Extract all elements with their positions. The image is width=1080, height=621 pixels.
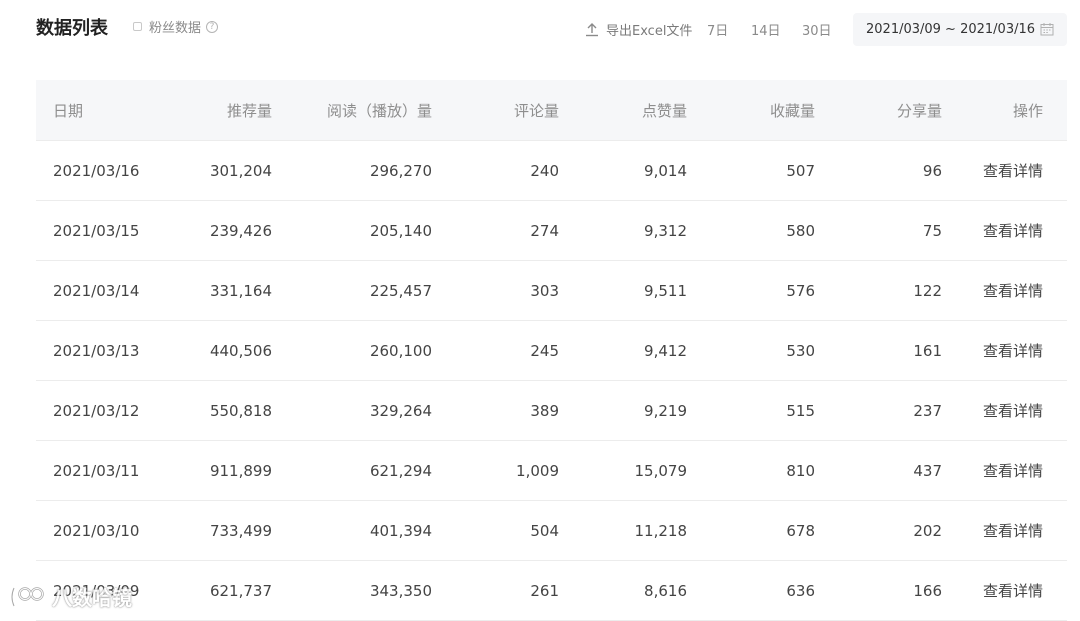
recommend-cell: 733,499 <box>172 500 272 561</box>
table-row: 2021/03/09 621,737 343,350 261 8,616 636 166 查看… <box>36 560 1067 621</box>
question-circle-icon[interactable]: ? <box>206 20 219 33</box>
date-cell: 2021/03/12 <box>36 380 172 441</box>
recommend-cell: 550,818 <box>172 380 272 441</box>
recommend-cell: 911,899 <box>172 440 272 501</box>
favorites-cell: 678 <box>687 500 815 561</box>
comments-cell: 504 <box>432 500 559 561</box>
shares-cell: 75 <box>815 200 942 261</box>
table-row: 2021/03/15 239,426 205,140 274 9,312 580 75 查看详… <box>36 200 1067 261</box>
column-header-shares[interactable]: 分享量 <box>815 80 942 141</box>
read-cell: 621,294 <box>272 440 432 501</box>
column-header-recommend[interactable]: 推荐量 <box>172 80 272 141</box>
range-14-days-button[interactable]: 14日 <box>751 20 781 39</box>
table-row: 2021/03/16 301,204 296,270 240 9,014 507 96 查看详… <box>36 140 1067 201</box>
likes-cell: 9,312 <box>559 200 687 261</box>
date-cell: 2021/03/10 <box>36 500 172 561</box>
shares-cell: 166 <box>815 560 942 621</box>
table-header-row: 日期 推荐量 阅读（播放）量 评论量 点赞量 收藏量 分享量 操作 <box>36 80 1067 141</box>
column-header-action: 操作 <box>942 80 1067 141</box>
fans-data-checkbox[interactable] <box>133 22 142 31</box>
column-header-favorites[interactable]: 收藏量 <box>687 80 815 141</box>
table-row: 2021/03/11 911,899 621,294 1,009 15,079 810 43… <box>36 440 1067 501</box>
date-cell: 2021/03/11 <box>36 440 172 501</box>
view-details-link[interactable]: 查看详情 <box>942 260 1067 321</box>
range-7-days-button[interactable]: 7日 <box>707 20 728 39</box>
read-cell: 329,264 <box>272 380 432 441</box>
comments-cell: 303 <box>432 260 559 321</box>
shares-cell: 202 <box>815 500 942 561</box>
date-range-picker[interactable]: 2021/03/09 ~ 2021/03/16 <box>853 13 1067 46</box>
data-table: 日期 推荐量 阅读（播放）量 评论量 点赞量 收藏量 分享量 操作 2021/0… <box>36 80 1067 621</box>
view-details-link[interactable]: 查看详情 <box>942 140 1067 201</box>
favorites-cell: 515 <box>687 380 815 441</box>
read-cell: 205,140 <box>272 200 432 261</box>
column-header-comments[interactable]: 评论量 <box>432 80 559 141</box>
recommend-cell: 331,164 <box>172 260 272 321</box>
date-cell: 2021/03/16 <box>36 140 172 201</box>
column-header-read[interactable]: 阅读（播放）量 <box>272 80 432 141</box>
recommend-cell: 239,426 <box>172 200 272 261</box>
watermark-text: 八数哈镜 <box>52 586 132 610</box>
date-cell: 2021/03/15 <box>36 200 172 261</box>
likes-cell: 9,219 <box>559 380 687 441</box>
column-header-likes[interactable]: 点赞量 <box>559 80 687 141</box>
page-title: 数据列表 <box>36 18 108 39</box>
fans-data-label: 粉丝数据 <box>149 21 202 36</box>
likes-cell: 9,511 <box>559 260 687 321</box>
column-header-date[interactable]: 日期 <box>36 80 172 141</box>
export-excel-label: 导出Excel文件 <box>606 24 693 39</box>
fans-data-toggle[interactable]: 粉丝数据 ? <box>133 17 219 36</box>
date-range-value: 2021/03/09 ~ 2021/03/16 <box>866 22 1036 37</box>
likes-cell: 9,014 <box>559 140 687 201</box>
table-row: 2021/03/12 550,818 329,264 389 9,219 515 237 查看… <box>36 380 1067 441</box>
read-cell: 343,350 <box>272 560 432 621</box>
read-cell: 401,394 <box>272 500 432 561</box>
shares-cell: 237 <box>815 380 942 441</box>
table-row: 2021/03/13 440,506 260,100 245 9,412 530 161 查看… <box>36 320 1067 381</box>
recommend-cell: 621,737 <box>172 560 272 621</box>
read-cell: 225,457 <box>272 260 432 321</box>
table-row: 2021/03/10 733,499 401,394 504 11,218 678 202 查… <box>36 500 1067 561</box>
likes-cell: 9,412 <box>559 320 687 381</box>
comments-cell: 240 <box>432 140 559 201</box>
table-row: 2021/03/14 331,164 225,457 303 9,511 576 122 查看… <box>36 260 1067 321</box>
likes-cell: 15,079 <box>559 440 687 501</box>
range-30-days-button[interactable]: 30日 <box>802 20 832 39</box>
comments-cell: 261 <box>432 560 559 621</box>
read-cell: 296,270 <box>272 140 432 201</box>
view-details-link[interactable]: 查看详情 <box>942 440 1067 501</box>
recommend-cell: 440,506 <box>172 320 272 381</box>
shares-cell: 161 <box>815 320 942 381</box>
export-excel-button[interactable]: 导出Excel文件 <box>584 20 692 39</box>
watermark-logo-icon <box>10 586 44 607</box>
date-cell: 2021/03/13 <box>36 320 172 381</box>
likes-cell: 11,218 <box>559 500 687 561</box>
view-details-link[interactable]: 查看详情 <box>942 380 1067 441</box>
calendar-icon <box>1040 23 1054 36</box>
shares-cell: 122 <box>815 260 942 321</box>
view-details-link[interactable]: 查看详情 <box>942 500 1067 561</box>
upload-icon <box>586 22 598 36</box>
comments-cell: 274 <box>432 200 559 261</box>
read-cell: 260,100 <box>272 320 432 381</box>
shares-cell: 96 <box>815 140 942 201</box>
comments-cell: 1,009 <box>432 440 559 501</box>
favorites-cell: 580 <box>687 200 815 261</box>
comments-cell: 389 <box>432 380 559 441</box>
recommend-cell: 301,204 <box>172 140 272 201</box>
view-details-link[interactable]: 查看详情 <box>942 560 1067 621</box>
comments-cell: 245 <box>432 320 559 381</box>
favorites-cell: 810 <box>687 440 815 501</box>
shares-cell: 437 <box>815 440 942 501</box>
favorites-cell: 636 <box>687 560 815 621</box>
favorites-cell: 576 <box>687 260 815 321</box>
view-details-link[interactable]: 查看详情 <box>942 320 1067 381</box>
watermark: 八数哈镜 <box>8 582 132 611</box>
date-cell: 2021/03/14 <box>36 260 172 321</box>
likes-cell: 8,616 <box>559 560 687 621</box>
favorites-cell: 507 <box>687 140 815 201</box>
favorites-cell: 530 <box>687 320 815 381</box>
view-details-link[interactable]: 查看详情 <box>942 200 1067 261</box>
